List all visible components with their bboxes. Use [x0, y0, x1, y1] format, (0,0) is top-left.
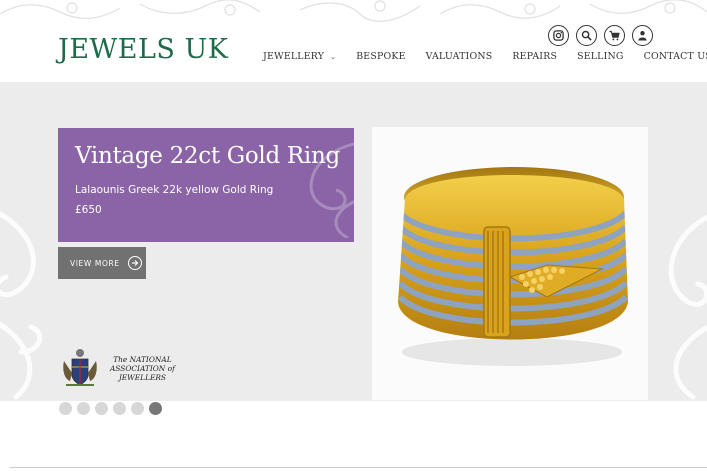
decorative-swirl-right: [668, 214, 707, 400]
view-more-label: VIEW MORE: [70, 258, 120, 268]
association-name: The NATIONAL ASSOCIATION of JEWELLERS: [110, 355, 175, 382]
site-logo[interactable]: JEWELS UK: [58, 34, 228, 66]
nav-item-label: SELLING: [577, 51, 624, 62]
nav-item-valuations[interactable]: VALUATIONS: [426, 51, 493, 62]
nav-item-label: JEWELLERY: [263, 51, 325, 62]
instagram-icon[interactable]: [548, 25, 569, 46]
nav-item-selling[interactable]: SELLING: [577, 51, 624, 62]
slide-title: Vintage 22ct Gold Ring: [75, 143, 340, 169]
main-nav: JEWELLERY ⌄ BESPOKE VALUATIONS REPAIRS S…: [263, 51, 707, 62]
nav-item-label: REPAIRS: [512, 51, 558, 62]
arrow-right-icon: [127, 256, 142, 270]
site-header: JEWELS UK JEWELLERY ⌄ BESPOKE VALUATIONS…: [0, 0, 707, 82]
carousel-pagination: [59, 402, 162, 415]
nag-association-logo: The NATIONAL ASSOCIATION of JEWELLERS: [58, 347, 175, 389]
nav-item-repairs[interactable]: REPAIRS: [512, 51, 557, 62]
carousel-dot[interactable]: [77, 402, 90, 415]
carousel-dot[interactable]: [95, 402, 108, 415]
view-more-button[interactable]: VIEW MORE: [58, 247, 146, 279]
coat-of-arms-icon: [63, 349, 97, 386]
chevron-down-icon: ⌄: [330, 52, 337, 61]
slide-caption-panel: Vintage 22ct Gold Ring Lalaounis Greek 2…: [58, 128, 354, 242]
association-line-2: ASSOCIATION of: [110, 363, 175, 373]
hero-slider: Vintage 22ct Gold Ring Lalaounis Greek 2…: [0, 82, 707, 401]
user-icon[interactable]: [632, 25, 653, 46]
gold-ring-image: [398, 167, 628, 366]
nav-item-label: VALUATIONS: [425, 51, 493, 62]
nav-item-contact-us[interactable]: CONTACT US: [644, 51, 707, 62]
slide-subtitle: Lalaounis Greek 22k yellow Gold Ring: [75, 184, 274, 196]
association-line-1: The NATIONAL: [113, 354, 172, 364]
carousel-dot[interactable]: [113, 402, 126, 415]
carousel-dot[interactable]: [149, 402, 162, 415]
carousel-dot[interactable]: [59, 402, 72, 415]
cart-icon[interactable]: [604, 25, 625, 46]
header-icons: [548, 25, 653, 46]
search-icon[interactable]: [576, 25, 597, 46]
divider: [10, 467, 707, 468]
page: JEWELS UK JEWELLERY ⌄ BESPOKE VALUATIONS…: [0, 0, 707, 471]
nav-item-bespoke[interactable]: BESPOKE: [356, 51, 405, 62]
decorative-swirl-left: [0, 211, 43, 400]
nav-item-jewellery[interactable]: JEWELLERY ⌄: [263, 51, 336, 62]
nav-item-label: BESPOKE: [356, 51, 406, 62]
product-image-gold-ring[interactable]: [372, 127, 648, 400]
nav-item-label: CONTACT US: [643, 51, 707, 62]
carousel-dot[interactable]: [131, 402, 144, 415]
slide-price: £650: [75, 204, 102, 216]
association-line-3: JEWELLERS: [118, 372, 166, 382]
